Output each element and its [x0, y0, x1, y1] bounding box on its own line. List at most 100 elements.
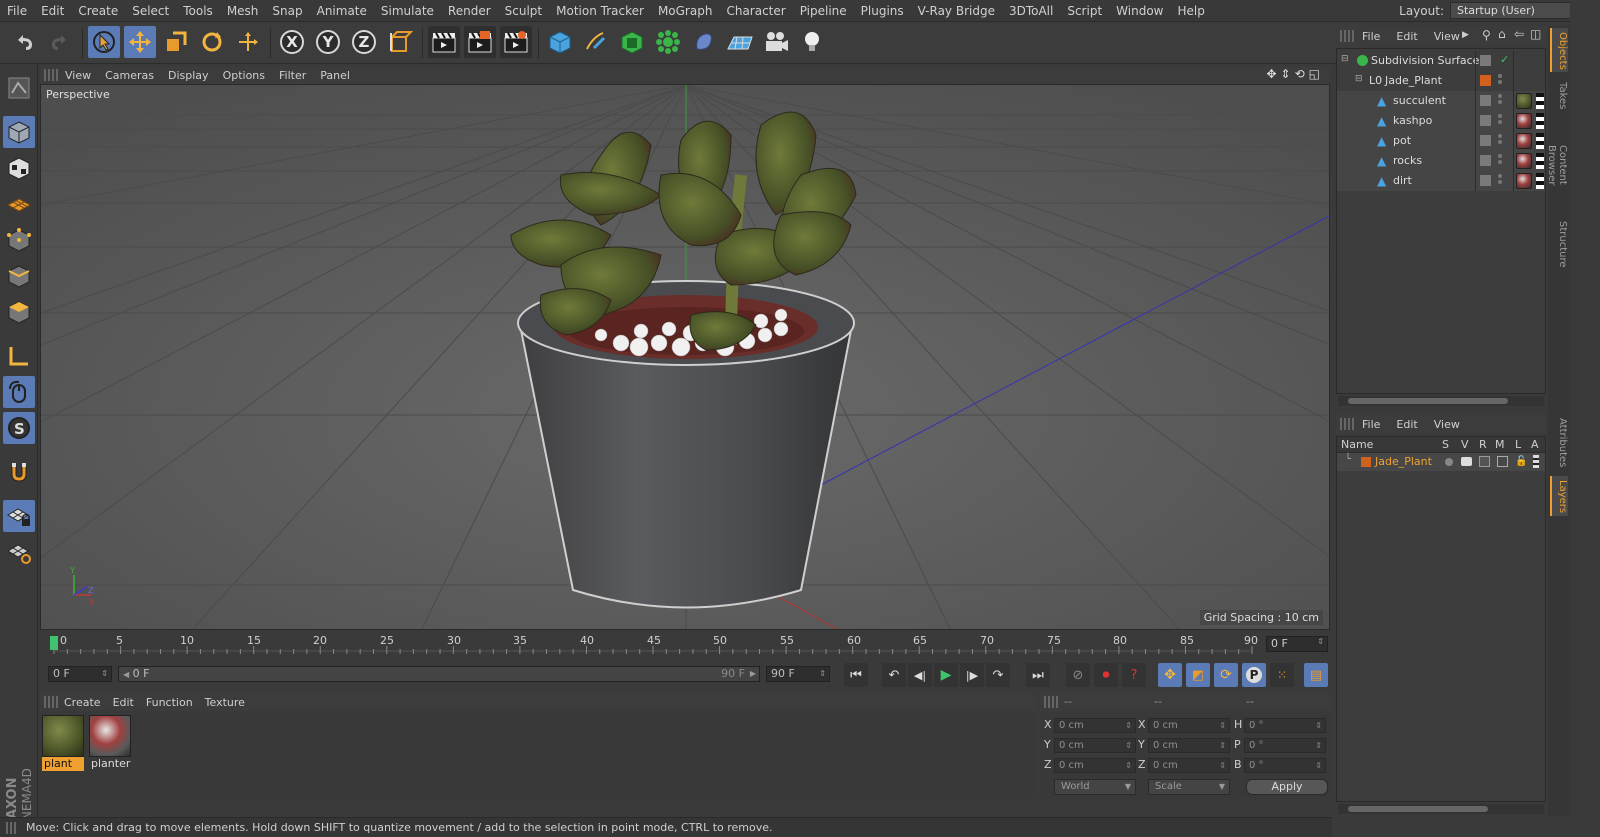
render-clapper-icon[interactable] — [1479, 456, 1490, 467]
uvw-tag-icon[interactable] — [1536, 133, 1544, 149]
menu-simulate[interactable]: Simulate — [374, 0, 441, 22]
menu-render[interactable]: Render — [441, 0, 498, 22]
layer-slot-icon[interactable] — [1480, 95, 1491, 106]
object-menu-edit[interactable]: Edit — [1388, 30, 1425, 43]
viewport-menu-panel[interactable]: Panel — [313, 69, 357, 82]
menu-window[interactable]: Window — [1109, 0, 1170, 22]
position-y-field[interactable]: 0 cm ⇕ — [1054, 738, 1136, 753]
position-z-field[interactable]: 0 cm ⇕ — [1054, 758, 1136, 773]
record-parameter-button[interactable]: P — [1242, 663, 1266, 687]
size-z-field[interactable]: 0 cm ⇕ — [1148, 758, 1230, 773]
uvw-tag-icon[interactable] — [1536, 173, 1544, 189]
material-tag-icon[interactable] — [1516, 113, 1532, 129]
uvw-tag-icon[interactable] — [1536, 93, 1544, 109]
layer-menu-file[interactable]: File — [1354, 418, 1388, 431]
axis-mode-button[interactable] — [3, 340, 35, 372]
add-deformer-button[interactable] — [688, 26, 720, 58]
lock-icon[interactable]: 🔓 — [1515, 456, 1527, 467]
points-mode-button[interactable] — [3, 224, 35, 256]
object-row[interactable]: ▲ rocks — [1337, 151, 1545, 171]
solo-toggle-icon[interactable] — [1445, 458, 1453, 466]
add-camera-button[interactable] — [760, 26, 792, 58]
timeline-window-button[interactable]: ▤ — [1304, 663, 1328, 687]
size-mode-dropdown[interactable]: Scale ▼ — [1148, 779, 1230, 795]
manager-icon[interactable] — [1497, 456, 1508, 467]
layer-menu-edit[interactable]: Edit — [1388, 418, 1425, 431]
new-window-icon[interactable]: ◫ — [1530, 27, 1541, 41]
material-menu-edit[interactable]: Edit — [107, 696, 140, 709]
record-rotation-button[interactable]: ⟳ — [1214, 663, 1238, 687]
back-icon[interactable]: ⇦ — [1514, 27, 1524, 41]
animation-film-icon[interactable] — [1533, 455, 1539, 468]
layer-slot-icon[interactable] — [1480, 175, 1491, 186]
redo-button[interactable] — [44, 26, 76, 58]
x-axis-lock-button[interactable]: X — [276, 26, 308, 58]
viewport-menu-display[interactable]: Display — [161, 69, 216, 82]
viewport-menu-filter[interactable]: Filter — [272, 69, 313, 82]
uvw-tag-icon[interactable] — [1536, 153, 1544, 169]
record-scale-button[interactable]: ◩ — [1186, 663, 1210, 687]
add-cube-button[interactable] — [544, 26, 576, 58]
go-to-start-button[interactable]: ⏮ — [844, 663, 868, 687]
material-tag-icon[interactable] — [1516, 93, 1532, 109]
scrollbar-thumb[interactable] — [1348, 806, 1488, 812]
previous-frame-button[interactable]: ◀| — [908, 663, 932, 687]
autokeying-button[interactable]: ⏺ — [1094, 663, 1118, 687]
home-icon[interactable]: ⌂ — [1498, 27, 1506, 41]
menu-motion-tracker[interactable]: Motion Tracker — [549, 0, 651, 22]
menu-sculpt[interactable]: Sculpt — [498, 0, 549, 22]
uvw-tag-icon[interactable] — [1536, 113, 1544, 129]
end-frame-field[interactable]: 90 F ⇕ — [766, 666, 830, 682]
layer-color-swatch[interactable] — [1361, 457, 1371, 467]
move-tool-button[interactable] — [124, 26, 156, 58]
rotation-p-field[interactable]: 0 ° ⇕ — [1244, 738, 1326, 753]
layer-color-icon[interactable] — [1480, 75, 1491, 86]
material-tag-icon[interactable] — [1516, 173, 1532, 189]
size-y-field[interactable]: 0 cm ⇕ — [1148, 738, 1230, 753]
menu-tools[interactable]: Tools — [176, 0, 220, 22]
start-frame-field[interactable]: 0 F ⇕ — [48, 666, 112, 682]
record-point-level-button[interactable]: ⁙ — [1270, 663, 1294, 687]
keyframe-selection-button[interactable]: ? — [1122, 663, 1146, 687]
render-settings-button[interactable] — [500, 26, 532, 58]
menu-select[interactable]: Select — [125, 0, 176, 22]
layer-manager-scrollbar[interactable] — [1338, 804, 1544, 814]
menu-create[interactable]: Create — [71, 0, 125, 22]
add-spline-pen-button[interactable] — [580, 26, 612, 58]
menu-3dtoall[interactable]: 3DToAll — [1002, 0, 1060, 22]
object-menu-file[interactable]: File — [1354, 30, 1388, 43]
planar-workplane-button[interactable] — [3, 536, 35, 568]
current-frame-field[interactable]: 0 F ⇕ — [1266, 636, 1328, 652]
tree-collapse-icon[interactable]: ⊟ — [1355, 74, 1367, 86]
material-swatch[interactable]: planter — [89, 715, 131, 773]
tab-layers[interactable]: Layers — [1550, 476, 1568, 516]
viewport-menu-options[interactable]: Options — [216, 69, 272, 82]
object-row[interactable]: ⊟ L0 Jade_Plant — [1337, 71, 1545, 91]
scrollbar-thumb[interactable] — [1348, 398, 1508, 404]
coordinate-mode-dropdown[interactable]: World ▼ — [1054, 779, 1136, 795]
layer-slot-icon[interactable] — [1480, 55, 1491, 66]
z-axis-lock-button[interactable]: Z — [348, 26, 380, 58]
enabled-check-icon[interactable]: ✓ — [1500, 53, 1509, 66]
material-swatch[interactable]: plant — [42, 715, 84, 773]
size-x-field[interactable]: 0 cm ⇕ — [1148, 718, 1230, 733]
menu-mesh[interactable]: Mesh — [220, 0, 266, 22]
menu-vray-bridge[interactable]: V-Ray Bridge — [911, 0, 1002, 22]
tree-collapse-icon[interactable]: ⊟ — [1341, 54, 1353, 66]
add-cloner-button[interactable] — [652, 26, 684, 58]
view-eye-icon[interactable] — [1461, 457, 1472, 466]
visibility-dots-icon[interactable] — [1498, 74, 1502, 88]
record-position-button[interactable]: ✥ — [1158, 663, 1182, 687]
live-selection-button[interactable] — [88, 26, 120, 58]
menu-pipeline[interactable]: Pipeline — [793, 0, 854, 22]
texture-mode-button[interactable] — [3, 152, 35, 184]
timeline-ruler[interactable]: 0 5 10 15 20 25 30 35 40 45 50 55 60 65 … — [40, 632, 1330, 658]
material-menu-function[interactable]: Function — [140, 696, 199, 709]
add-light-button[interactable] — [796, 26, 828, 58]
tab-objects[interactable]: Objects — [1550, 28, 1568, 72]
tab-attributes[interactable]: Attributes — [1550, 414, 1568, 470]
layer-slot-icon[interactable] — [1480, 135, 1491, 146]
undo-button[interactable] — [8, 26, 40, 58]
object-row[interactable]: ⊟ Subdivision Surface ✓ — [1337, 51, 1545, 71]
previous-key-button[interactable]: ↶ — [882, 663, 906, 687]
